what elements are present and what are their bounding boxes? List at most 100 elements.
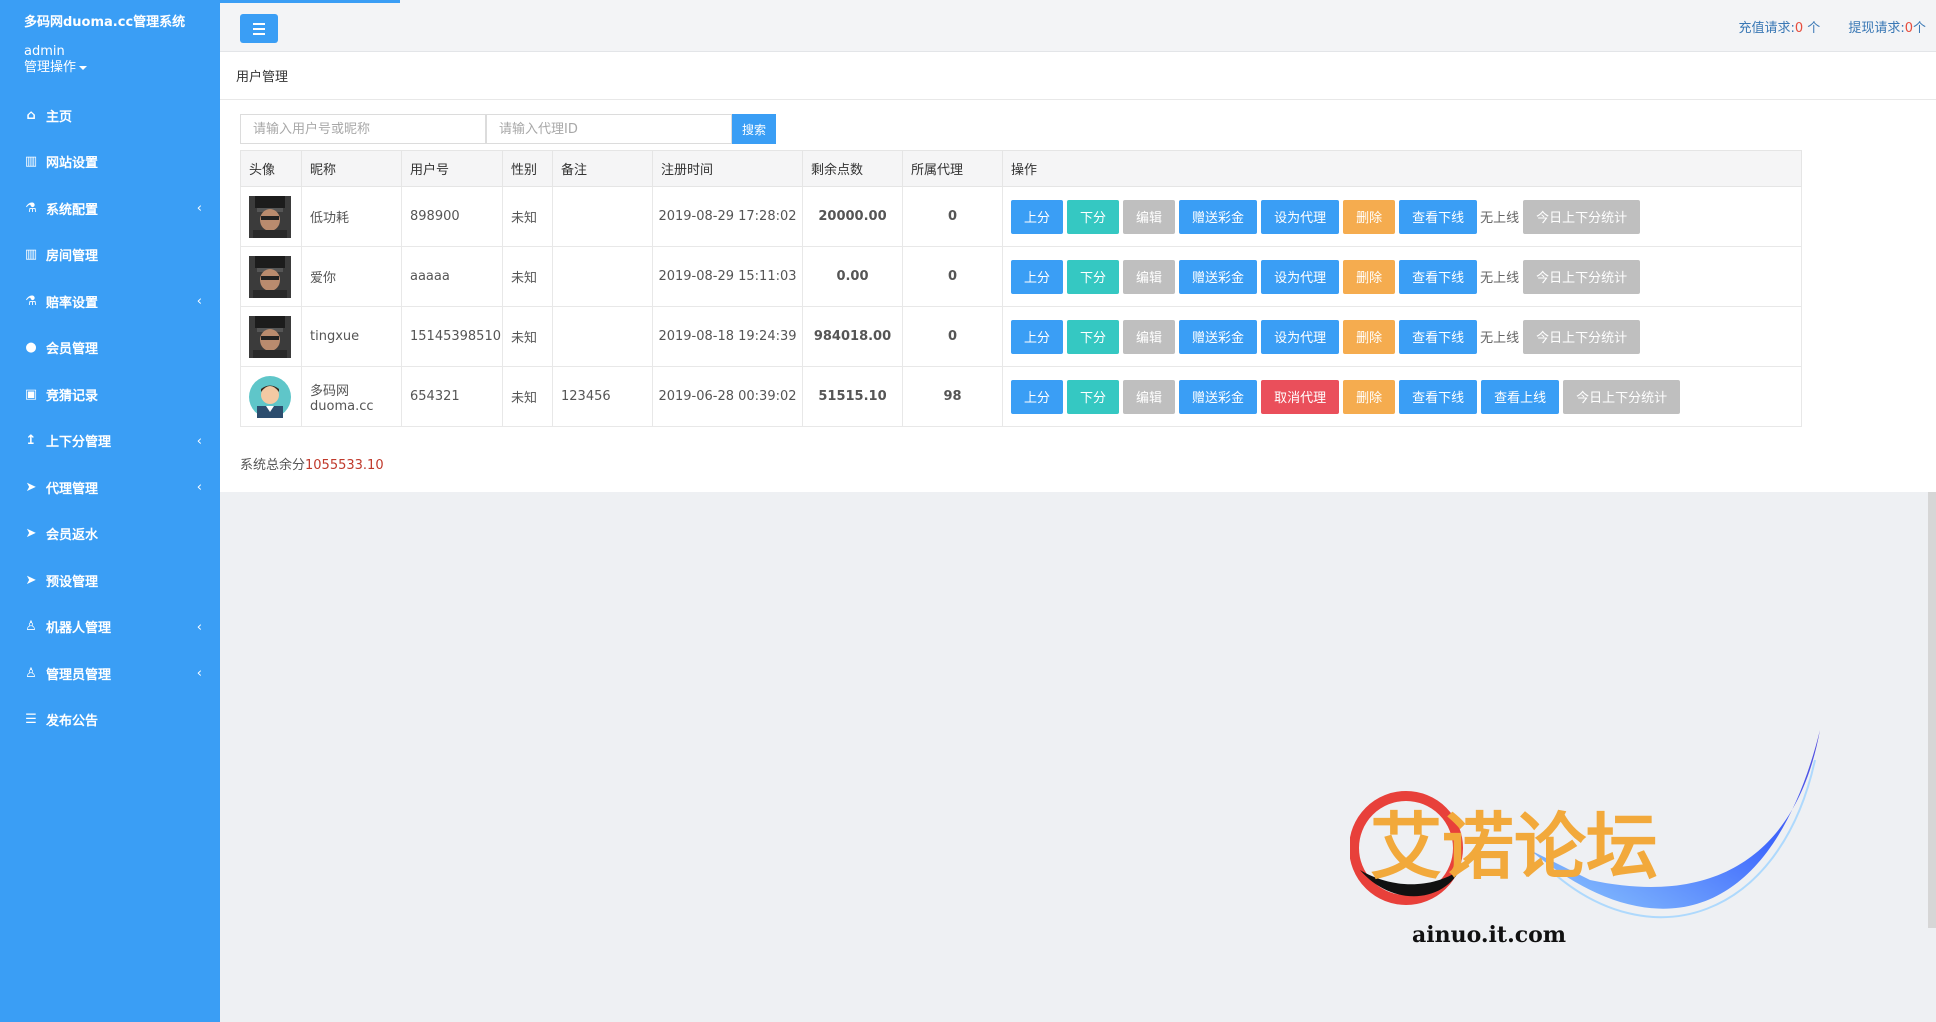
today-stats-button[interactable]: 今日上下分统计 xyxy=(1523,199,1641,234)
sidebar-item-3[interactable]: ▥ 房间管理 xyxy=(0,232,220,279)
recharge-count: 0 xyxy=(1794,21,1804,36)
sidebar-item-label: 管理员管理 xyxy=(46,667,112,683)
menu-toggle-button[interactable] xyxy=(240,14,278,43)
request-counters: 充值请求:0 个 提现请求:0个 xyxy=(1739,17,1927,36)
subtract-points-button[interactable]: 下分 xyxy=(1067,379,1120,414)
admin-ops-label: 管理操作 xyxy=(24,60,77,75)
sidebar-item-10[interactable]: ➤ 预设管理 xyxy=(0,557,220,604)
today-stats-button[interactable]: 今日上下分统计 xyxy=(1523,259,1641,294)
nickname: 低功耗 xyxy=(310,211,350,226)
view-downline-button[interactable]: 查看下线 xyxy=(1399,319,1478,354)
watermark-url: ainuo.it.com xyxy=(1412,922,1566,948)
sidebar-item-label: 系统配置 xyxy=(46,202,99,218)
subtract-points-button[interactable]: 下分 xyxy=(1067,319,1120,354)
admin-ops-dropdown[interactable]: 管理操作 xyxy=(24,60,196,76)
subtract-points-button[interactable]: 下分 xyxy=(1067,199,1120,234)
today-stats-button[interactable]: 今日上下分统计 xyxy=(1523,319,1641,354)
col-note: 备注 xyxy=(552,150,653,187)
view-upline-button[interactable]: 查看上线 xyxy=(1481,379,1560,414)
sidebar-item-0[interactable]: ⌂ 主页 xyxy=(0,92,220,139)
user-id-cell: 15145398510 xyxy=(401,306,503,367)
today-stats-button[interactable]: 今日上下分统计 xyxy=(1563,379,1681,414)
view-downline-button[interactable]: 查看下线 xyxy=(1399,199,1478,234)
agent-toggle-button[interactable]: 设为代理 xyxy=(1261,199,1340,234)
col-points: 剩余点数 xyxy=(802,150,903,187)
edit-button[interactable]: 编辑 xyxy=(1123,259,1176,294)
agent-cell: 0 xyxy=(902,306,1003,367)
agent-toggle-button[interactable]: 取消代理 xyxy=(1261,379,1340,414)
brand: 多码网duoma.cc管理系统 admin 管理操作 xyxy=(0,0,220,82)
agent-toggle-button[interactable]: 设为代理 xyxy=(1261,259,1340,294)
nickname-line-2: duoma.cc xyxy=(310,398,374,414)
col-agent: 所属代理 xyxy=(902,150,1003,187)
gift-bonus-button[interactable]: 赠送彩金 xyxy=(1179,259,1258,294)
sidebar-item-11[interactable]: ♙ 机器人管理 ‹ xyxy=(0,604,220,651)
note-cell xyxy=(552,306,653,367)
user-search-input[interactable] xyxy=(240,114,486,144)
agent-toggle-button[interactable]: 设为代理 xyxy=(1261,319,1340,354)
points-cell: 51515.10 xyxy=(802,366,903,427)
male-icon: ♙ xyxy=(25,619,37,635)
sidebar-item-1[interactable]: ▥ 网站设置 xyxy=(0,139,220,186)
actions-group: 上分 下分 编辑 赠送彩金 取消代理 删除 查看下线 查看上线 今日上下分统计 xyxy=(1011,379,1801,414)
search-button[interactable]: 搜索 xyxy=(732,114,776,144)
table-row: 低功耗 898900 未知 2019-08-29 17:28:02 20000.00 0 上… xyxy=(240,186,1802,247)
page-title: 用户管理 xyxy=(220,52,1936,100)
hamburger-icon xyxy=(253,22,265,25)
nickname-line-1: 多码网 xyxy=(310,383,350,399)
add-points-button[interactable]: 上分 xyxy=(1011,319,1064,354)
edit-button[interactable]: 编辑 xyxy=(1123,379,1176,414)
agent-id-input[interactable] xyxy=(486,114,732,144)
car-icon: ▣ xyxy=(24,386,38,402)
sidebar-item-8[interactable]: ➤ 代理管理 ‹ xyxy=(0,464,220,511)
add-points-button[interactable]: 上分 xyxy=(1011,259,1064,294)
points-cell: 20000.00 xyxy=(802,186,903,247)
flask-icon: ⚗ xyxy=(25,293,37,309)
nickname: tingxue xyxy=(310,329,360,344)
agent-cell: 0 xyxy=(902,186,1003,247)
sidebar-item-13[interactable]: ☰ 发布公告 xyxy=(0,697,220,744)
sidebar-item-4[interactable]: ⚗ 赔率设置 ‹ xyxy=(0,278,220,325)
sidebar-item-5[interactable]: ● 会员管理 xyxy=(0,325,220,372)
loading-progress-bar xyxy=(220,0,400,3)
no-upline-text: 无上线 xyxy=(1480,331,1520,346)
sidebar-item-label: 代理管理 xyxy=(46,481,99,497)
gift-bonus-button[interactable]: 赠送彩金 xyxy=(1179,379,1258,414)
edit-button[interactable]: 编辑 xyxy=(1123,319,1176,354)
chevron-left-icon: ‹ xyxy=(196,294,202,310)
sidebar-item-9[interactable]: ➤ 会员返水 xyxy=(0,511,220,558)
add-points-button[interactable]: 上分 xyxy=(1011,199,1064,234)
view-downline-button[interactable]: 查看下线 xyxy=(1399,259,1478,294)
topbar: 充值请求:0 个 提现请求:0个 xyxy=(220,0,1936,52)
avatar-cell xyxy=(240,246,302,307)
gift-bonus-button[interactable]: 赠送彩金 xyxy=(1179,199,1258,234)
recharge-requests-link[interactable]: 充值请求:0 个 xyxy=(1739,17,1821,36)
edit-button[interactable]: 编辑 xyxy=(1123,199,1176,234)
sidebar-item-2[interactable]: ⚗ 系统配置 ‹ xyxy=(0,185,220,232)
note-cell: 123456 xyxy=(552,366,653,427)
sidebar-item-label: 机器人管理 xyxy=(46,621,112,637)
reg-time-cell: 2019-08-29 15:11:03 xyxy=(652,246,803,307)
delete-button[interactable]: 删除 xyxy=(1343,259,1396,294)
withdraw-unit: 个 xyxy=(1912,21,1926,36)
subtract-points-button[interactable]: 下分 xyxy=(1067,259,1120,294)
add-points-button[interactable]: 上分 xyxy=(1011,379,1064,414)
caret-down-icon xyxy=(79,65,88,70)
sidebar-item-12[interactable]: ♙ 管理员管理 ‹ xyxy=(0,650,220,697)
total-value: 1055533.10 xyxy=(305,458,384,473)
sidebar-item-6[interactable]: ▣ 竞猜记录 xyxy=(0,371,220,418)
withdraw-requests-link[interactable]: 提现请求:0个 xyxy=(1848,17,1926,36)
delete-button[interactable]: 删除 xyxy=(1343,319,1396,354)
gender-cell: 未知 xyxy=(502,306,553,367)
delete-button[interactable]: 删除 xyxy=(1343,379,1396,414)
sidebar-item-7[interactable]: ↥ 上下分管理 ‹ xyxy=(0,418,220,465)
users-table: 头像 昵称 用户号 性别 备注 注册时间 剩余点数 所属代理 操作 低功耗 898… xyxy=(240,150,1802,427)
withdraw-count: 0 xyxy=(1904,21,1913,36)
gift-bonus-button[interactable]: 赠送彩金 xyxy=(1179,319,1258,354)
paper-plane-icon: ➤ xyxy=(25,526,37,542)
points-cell: 0.00 xyxy=(802,246,903,307)
view-downline-button[interactable]: 查看下线 xyxy=(1399,379,1478,414)
delete-button[interactable]: 删除 xyxy=(1343,199,1396,234)
reg-time-cell: 2019-08-29 17:28:02 xyxy=(652,186,803,247)
user-icon: ● xyxy=(25,340,37,356)
